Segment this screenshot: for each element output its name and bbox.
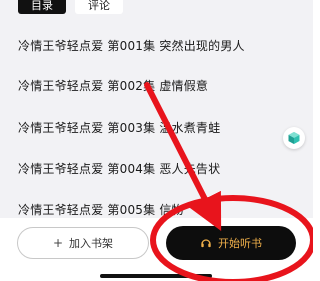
list-item[interactable]: 冷情王爷轻点爱 第005集 信物 [18,201,184,218]
add-to-shelf-button[interactable]: + 加入书架 [17,227,149,259]
start-listening-button[interactable]: 开始听书 [166,226,296,260]
list-item[interactable]: 冷情王爷轻点爱 第001集 突然出现的男人 [18,37,245,54]
start-listening-label: 开始听书 [218,237,262,250]
list-item[interactable]: 冷情王爷轻点爱 第004集 恶人先告状 [18,160,220,177]
tab-catalog[interactable]: 目录 [18,0,66,14]
add-to-shelf-label: 加入书架 [69,237,114,250]
floating-assistant-button[interactable] [283,127,305,149]
list-item[interactable]: 冷情王爷轻点爱 第003集 温水煮青蛙 [18,119,220,136]
headphones-icon [201,239,211,248]
plus-icon: + [52,236,64,250]
cube-icon [288,132,300,144]
chapter-panel: 目录 评论 冷情王爷轻点爱 第001集 突然出现的男人 冷情王爷轻点爱 第002… [0,0,313,218]
list-item[interactable]: 冷情王爷轻点爱 第002集 虚情假意 [18,77,208,94]
tab-bar: 目录 评论 [18,0,123,14]
home-indicator [100,274,212,278]
tab-comments[interactable]: 评论 [75,0,123,14]
